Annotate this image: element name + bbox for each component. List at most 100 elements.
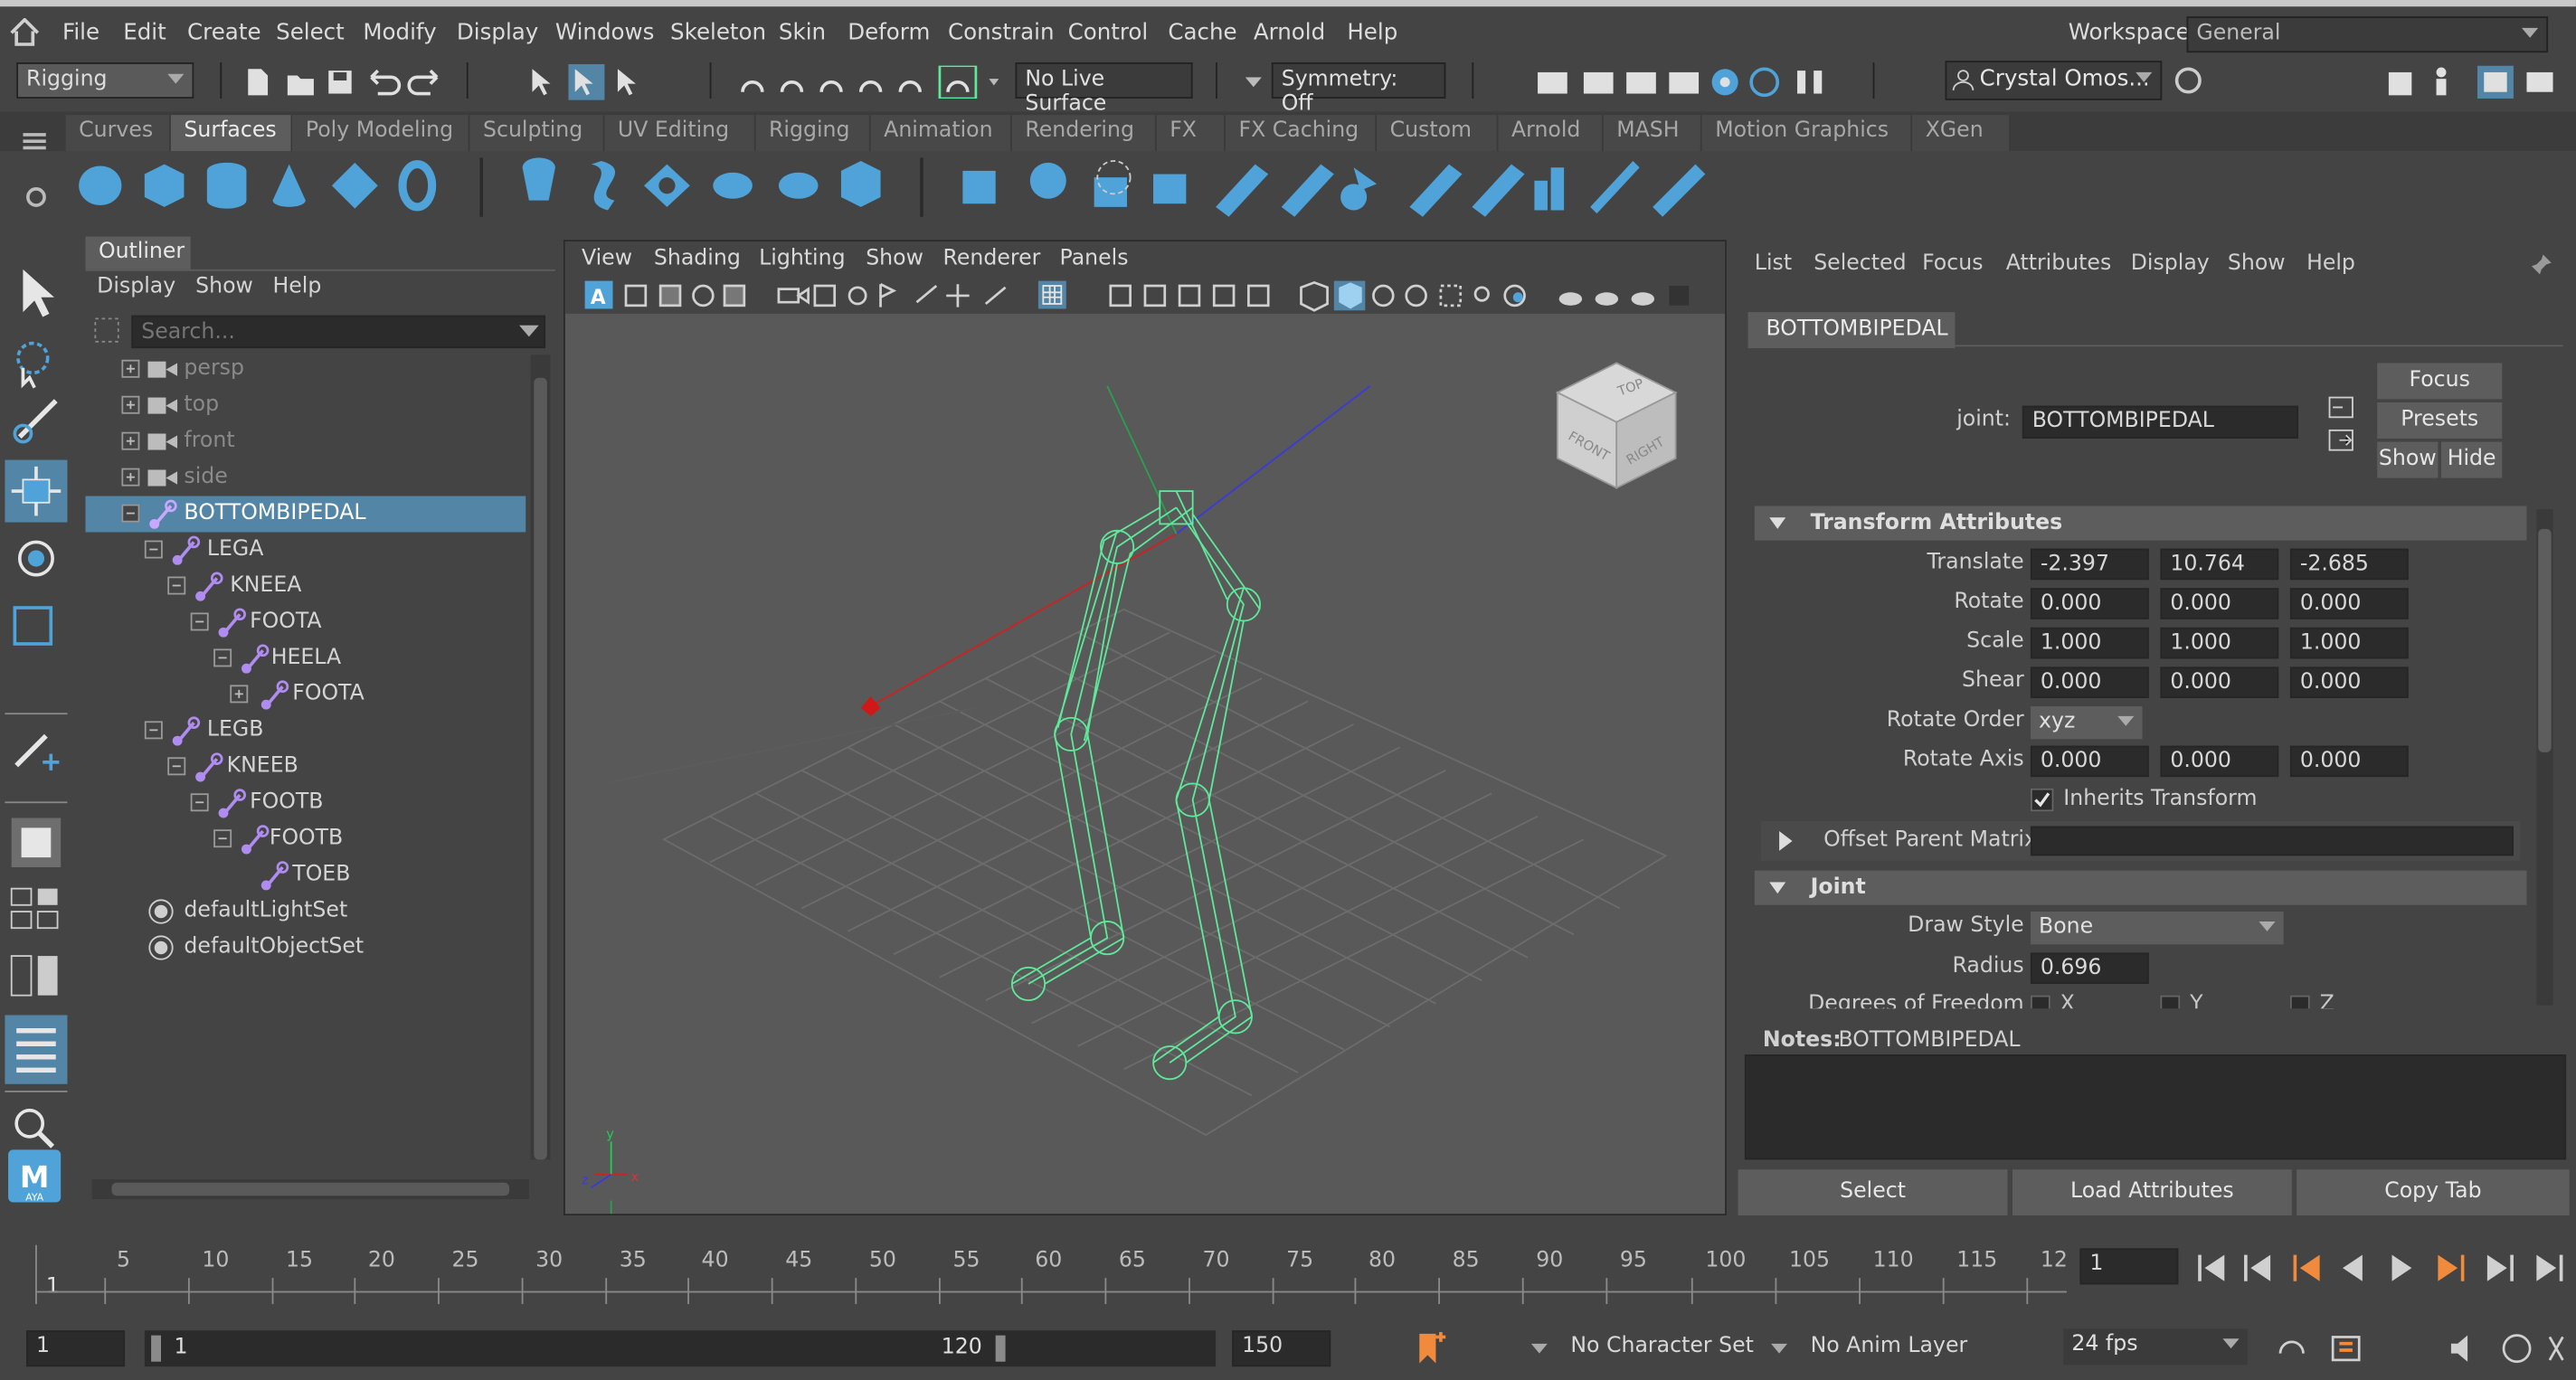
rotate-axis-z-field[interactable]: 0.000	[2289, 745, 2409, 778]
shear-x-field[interactable]: 0.000	[2030, 666, 2149, 698]
outliner-row-kneeb[interactable]: KNEEB	[85, 749, 526, 785]
shelf-tab-sculpting[interactable]: Sculpting	[469, 115, 605, 152]
shelf-tab-fx[interactable]: FX	[1156, 115, 1226, 152]
offset-parent-matrix-header[interactable]: Offset Parent Matrix	[1761, 821, 2521, 861]
ae-menu-focus[interactable]: Focus	[1922, 251, 1983, 276]
outliner-row-side[interactable]: side	[85, 460, 526, 496]
ae-presets-button[interactable]: Presets	[2377, 402, 2503, 439]
outliner-row-defaultobjectset[interactable]: defaultObjectSet	[85, 930, 526, 966]
shear-y-field[interactable]: 0.000	[2160, 666, 2279, 698]
outliner-row-legb[interactable]: LEGB	[85, 713, 526, 749]
bookmark-add-icon[interactable]	[1413, 1330, 1446, 1366]
ae-select-button[interactable]: Select	[1738, 1169, 2008, 1216]
rotate-y-field[interactable]: 0.000	[2160, 588, 2279, 619]
toolbox-icons[interactable]: M AYA	[0, 227, 72, 1213]
viewport-menu-view[interactable]: View	[582, 246, 632, 270]
range-start-handle[interactable]	[151, 1335, 161, 1362]
user-account-dropdown[interactable]: Crystal Omos...	[1945, 61, 2163, 100]
outliner-menu-show[interactable]: Show	[195, 274, 253, 298]
ae-menu-attributes[interactable]: Attributes	[2006, 251, 2112, 276]
ae-show-button[interactable]: Show	[2377, 441, 2439, 478]
rotate-axis-y-field[interactable]: 0.000	[2160, 745, 2279, 778]
outliner-menu-display[interactable]: Display	[97, 274, 175, 298]
perspective-viewport[interactable]: View Shading Lighting Show Renderer Pane…	[563, 240, 1727, 1216]
menu-arnold[interactable]: Arnold	[1254, 20, 1325, 46]
chevron-down-icon[interactable]	[518, 325, 539, 339]
radius-field[interactable]: 0.696	[2030, 952, 2149, 984]
outliner-row-heela[interactable]: HEELA	[85, 640, 526, 676]
snap-tools-icons[interactable]	[736, 65, 999, 99]
shelf-tab-xgen[interactable]: XGen	[1912, 115, 2012, 152]
workspace-dropdown[interactable]: General	[2186, 16, 2549, 53]
selection-mask-icons[interactable]	[526, 63, 650, 100]
menu-skin[interactable]: Skin	[779, 20, 826, 46]
viewport-menu-show[interactable]: Show	[866, 246, 923, 270]
rotate-x-field[interactable]: 0.000	[2030, 588, 2149, 619]
shelf-tab-motion-graphics[interactable]: Motion Graphics	[1701, 115, 1913, 152]
ae-copy-tab-button[interactable]: Copy Tab	[2297, 1169, 2570, 1216]
shelf-tab-mash[interactable]: MASH	[1603, 115, 1702, 152]
viewport-menu-lighting[interactable]: Lighting	[759, 246, 845, 270]
file-tools-icons[interactable]	[243, 66, 460, 99]
inherits-transform-checkbox[interactable]	[2030, 788, 2054, 812]
character-set-label[interactable]: No Character Set	[1570, 1334, 1753, 1358]
translate-x-field[interactable]: -2.397	[2030, 548, 2149, 581]
ae-focus-button[interactable]: Focus	[2377, 363, 2503, 400]
fps-dropdown[interactable]: 24 fps	[2063, 1328, 2248, 1366]
playback-start-value[interactable]: 1	[175, 1336, 188, 1360]
outliner-row-toeb[interactable]: TOEB	[85, 857, 526, 893]
viewcube[interactable]: TOP FRONT RIGHT	[1551, 346, 1690, 494]
viewport-toolbar-icons[interactable]: A	[565, 278, 1725, 314]
menu-constrain[interactable]: Constrain	[948, 20, 1055, 46]
menu-display[interactable]: Display	[457, 20, 538, 46]
outliner-row-footb[interactable]: FOOTB	[85, 785, 526, 821]
outliner-row-kneea[interactable]: KNEEA	[85, 568, 526, 604]
shelf-tab-uv-editing[interactable]: UV Editing	[604, 115, 756, 152]
outliner-row-foota[interactable]: FOOTA	[85, 604, 526, 640]
ae-hide-button[interactable]: Hide	[2441, 441, 2503, 478]
menu-create[interactable]: Create	[187, 20, 260, 46]
outliner-row-bottombipedal[interactable]: BOTTOMBIPEDAL	[85, 496, 526, 533]
ae-load-attributes-button[interactable]: Load Attributes	[2012, 1169, 2292, 1216]
ae-menu-help[interactable]: Help	[2306, 251, 2355, 276]
offset-parent-matrix-field[interactable]	[2030, 826, 2514, 856]
range-end-handle[interactable]	[995, 1335, 1006, 1362]
shelf-tab-surfaces[interactable]: Surfaces	[170, 115, 293, 152]
ae-node-name-field[interactable]: BOTTOMBIPEDAL	[2022, 405, 2299, 439]
shelf-tab-curves[interactable]: Curves	[65, 115, 171, 152]
outliner-filter-icon[interactable]	[92, 316, 122, 345]
playback-controls[interactable]	[2192, 1252, 2576, 1284]
menu-control[interactable]: Control	[1068, 20, 1149, 46]
menu-edit[interactable]: Edit	[123, 20, 166, 46]
menu-cache[interactable]: Cache	[1168, 20, 1236, 46]
viewport-menu-shading[interactable]: Shading	[654, 246, 741, 270]
rotate-axis-x-field[interactable]: 0.000	[2030, 745, 2149, 778]
shear-z-field[interactable]: 0.000	[2289, 666, 2409, 698]
scale-x-field[interactable]: 1.000	[2030, 627, 2149, 659]
range-slider-track[interactable]: 1 120	[144, 1330, 1217, 1367]
symmetry-field[interactable]: Symmetry: Off	[1271, 62, 1446, 117]
transform-attributes-header[interactable]: Transform Attributes	[1754, 506, 2527, 541]
ae-node-tab[interactable]: BOTTOMBIPEDAL	[1747, 312, 1956, 349]
panel-toggle-icons[interactable]	[2382, 65, 2563, 99]
time-slider[interactable]: 1 5 10 15 20 25 30 35 40 45 50 55 60 65 …	[0, 1218, 2576, 1315]
search-help-icon[interactable]	[2172, 66, 2204, 99]
outliner-row-foota-child[interactable]: FOOTA	[85, 676, 526, 713]
viewport-menu-panels[interactable]: Panels	[1060, 246, 1129, 270]
menu-windows[interactable]: Windows	[555, 20, 654, 46]
menu-file[interactable]: File	[62, 20, 99, 46]
ae-menu-selected[interactable]: Selected	[1814, 251, 1906, 276]
shelf-tab-arnold[interactable]: Arnold	[1498, 115, 1604, 152]
chevron-down-icon[interactable]	[1245, 77, 1262, 90]
joint-section-header[interactable]: Joint	[1754, 870, 2527, 905]
outliner-search-input[interactable]	[131, 315, 546, 349]
live-surface-field[interactable]: No Live Surface	[1015, 62, 1193, 117]
scale-z-field[interactable]: 1.000	[2289, 627, 2409, 659]
viewport-menu-renderer[interactable]: Renderer	[943, 246, 1041, 270]
dof-y-checkbox[interactable]	[2160, 995, 2181, 1009]
chevron-down-icon[interactable]	[1530, 1343, 1548, 1357]
outliner-row-lega[interactable]: LEGA	[85, 532, 526, 568]
menu-select[interactable]: Select	[276, 20, 345, 46]
outliner-horizontal-scrollbar[interactable]	[91, 1179, 529, 1199]
time-ruler[interactable]: 1 5 10 15 20 25 30 35 40 45 50 55 60 65 …	[23, 1232, 2068, 1305]
